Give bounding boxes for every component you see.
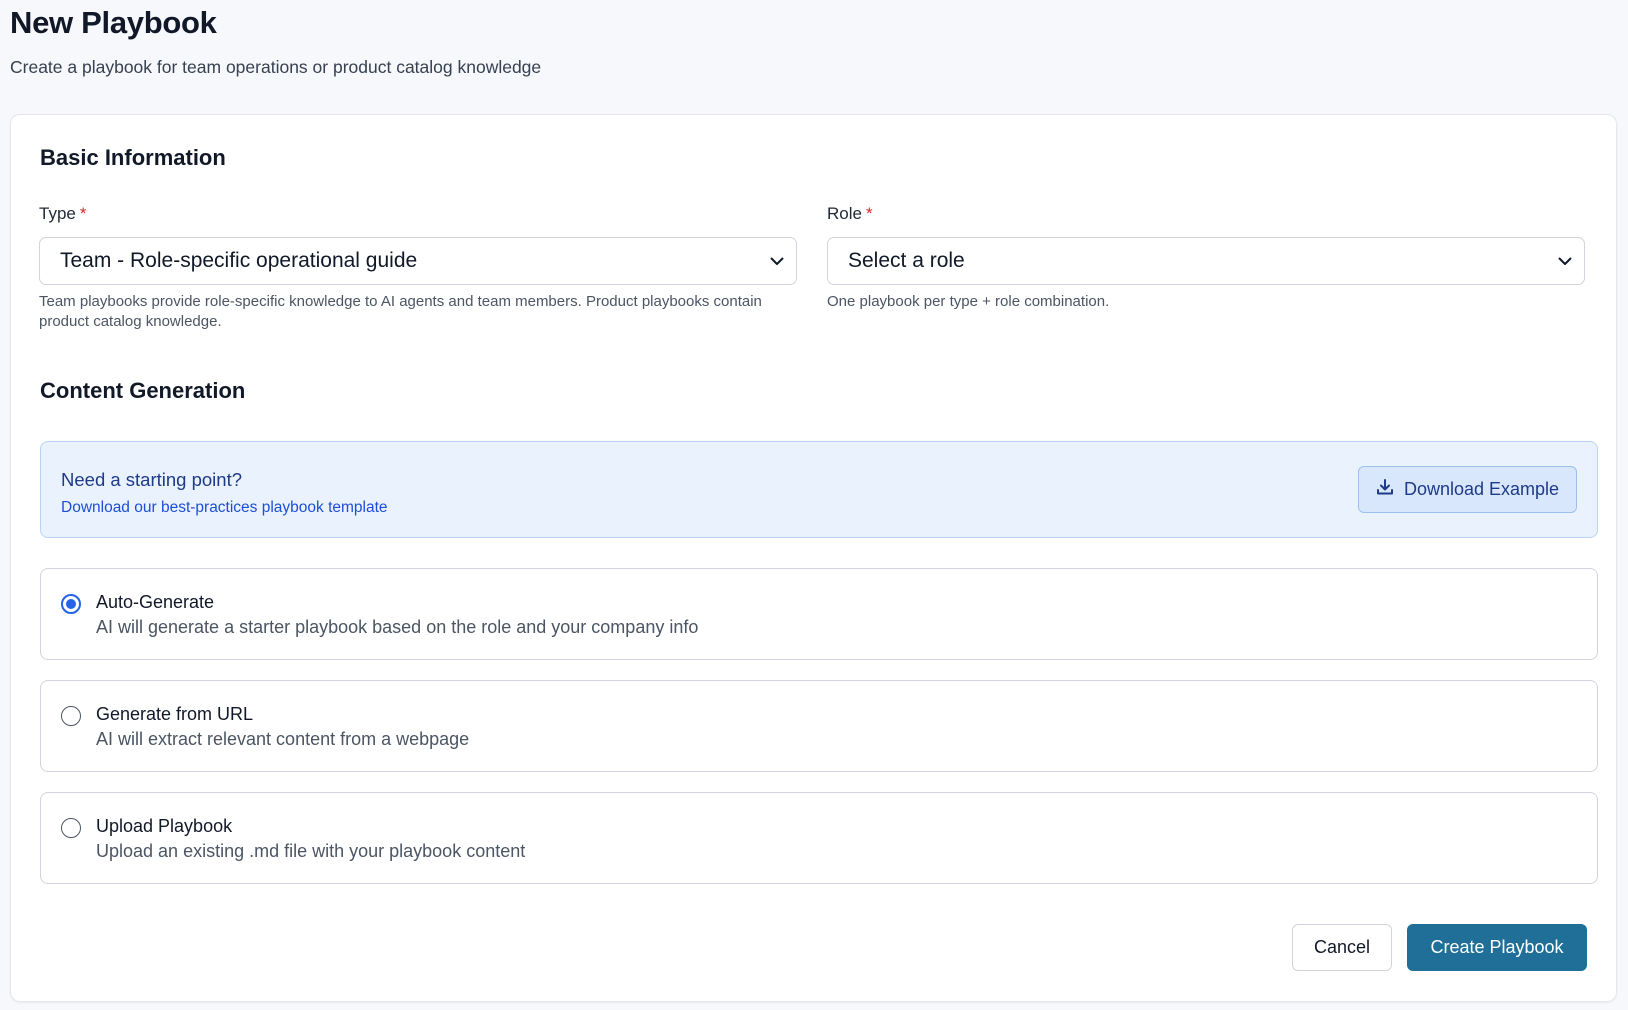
- playbook-form-card: Basic Information Type * Team - Role-spec…: [10, 114, 1617, 1002]
- download-example-label: Download Example: [1403, 479, 1560, 499]
- chevron-down-icon: [770, 257, 784, 266]
- content-generation-heading: Content Generation: [40, 378, 246, 403]
- type-label: Type *: [39, 204, 87, 223]
- basic-information-heading: Basic Information: [40, 145, 226, 170]
- download-example-button[interactable]: Download Example: [1358, 466, 1577, 513]
- option-description: AI will extract relevant content from a …: [96, 729, 470, 749]
- chevron-down-icon: [1558, 257, 1572, 266]
- cancel-button[interactable]: Cancel: [1292, 924, 1392, 971]
- role-help-text: One playbook per type + role combination…: [827, 293, 1110, 310]
- role-label: Role *: [827, 204, 873, 223]
- required-asterisk: *: [865, 204, 873, 223]
- auto-generate-radio[interactable]: [61, 594, 81, 614]
- type-field: Type * Team - Role-specific operational g…: [39, 204, 797, 332]
- role-select-value: Select a role: [848, 249, 965, 272]
- role-field: Role * Select a role One playbook per typ…: [827, 204, 1585, 312]
- role-select[interactable]: Select a role: [827, 237, 1585, 285]
- page-subtitle: Create a playbook for team operations or…: [10, 57, 542, 77]
- option-title: Generate from URL: [96, 704, 254, 724]
- template-download-link[interactable]: Download our best-practices playbook tem…: [61, 498, 388, 518]
- banner-title: Need a starting point?: [61, 469, 243, 490]
- create-playbook-button[interactable]: Create Playbook: [1407, 924, 1587, 971]
- generate-from-url-radio[interactable]: [61, 706, 81, 726]
- type-select[interactable]: Team - Role-specific operational guide: [39, 237, 797, 285]
- starting-point-banner: Need a starting point? Download our best…: [40, 441, 1598, 538]
- upload-playbook-radio[interactable]: [61, 818, 81, 838]
- option-title: Upload Playbook: [96, 816, 233, 836]
- option-generate-from-url[interactable]: Generate from URL AI will extract releva…: [40, 680, 1598, 772]
- option-auto-generate[interactable]: Auto-Generate AI will generate a starter…: [40, 568, 1598, 660]
- type-select-value: Team - Role-specific operational guide: [60, 249, 418, 272]
- option-title: Auto-Generate: [96, 592, 215, 612]
- required-asterisk: *: [79, 204, 87, 223]
- page-header: New Playbook Create a playbook for team …: [10, 6, 541, 78]
- option-description: Upload an existing .md file with your pl…: [96, 841, 526, 861]
- option-upload-playbook[interactable]: Upload Playbook Upload an existing .md f…: [40, 792, 1598, 884]
- page-title: New Playbook: [10, 5, 217, 40]
- option-description: AI will generate a starter playbook base…: [96, 617, 699, 637]
- type-help-text: Team playbooks provide role-specific kno…: [39, 293, 762, 330]
- download-icon: [1376, 478, 1394, 501]
